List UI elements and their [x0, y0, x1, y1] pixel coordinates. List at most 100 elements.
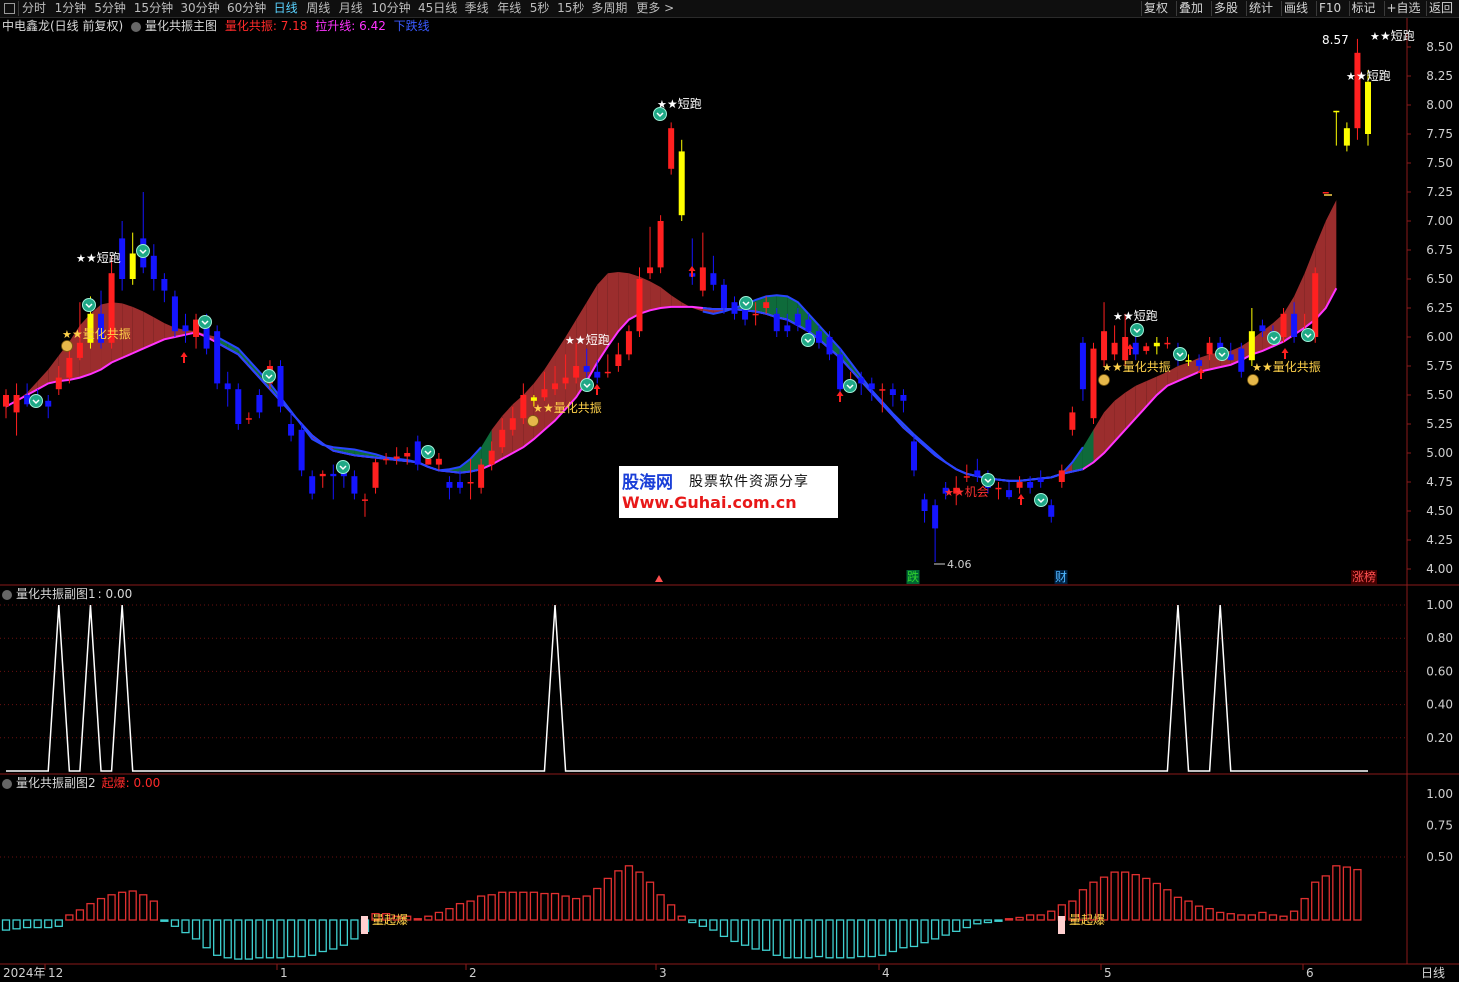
sub2-bar	[1121, 871, 1130, 921]
sub2-bar	[1300, 897, 1309, 921]
y-tick-label: 4.75	[1426, 475, 1453, 489]
sub2-title[interactable]: 量化共振副图2	[16, 776, 96, 790]
burst-marker-bar	[361, 916, 368, 934]
candle-body	[815, 331, 822, 343]
buy-signal-icon	[981, 473, 995, 487]
sub2-bar	[149, 900, 158, 921]
sub2-bar	[603, 877, 612, 921]
money-bag-icon	[61, 340, 73, 352]
sub2-bar	[804, 919, 813, 959]
burst-annotation: 量起爆	[372, 913, 408, 927]
candle-body	[974, 470, 981, 477]
sub2-menu-icon[interactable]	[2, 778, 12, 789]
sub2-bar	[22, 919, 32, 929]
y-tick-label: 4.25	[1426, 533, 1453, 547]
sub2-bar	[65, 914, 74, 921]
candle-body	[1259, 325, 1266, 332]
candle-body	[171, 296, 178, 332]
y-tick-label: 8.00	[1426, 98, 1453, 112]
sub2-bar	[181, 919, 190, 934]
buy-signal-icon	[1267, 331, 1281, 345]
period-status[interactable]: 日线	[1421, 965, 1445, 982]
sub2-bar	[96, 897, 106, 921]
x-tick-label: 5	[1104, 966, 1112, 980]
sub2-bar	[593, 887, 602, 921]
candle-body	[1111, 342, 1118, 355]
x-tick-label: 12	[48, 966, 63, 980]
star-icon: ★	[944, 486, 954, 499]
candle-body	[319, 473, 326, 477]
signal-annotation: ★短跑	[575, 333, 610, 347]
candle-body	[1006, 490, 1013, 498]
y-tick-label: 4.00	[1426, 562, 1453, 576]
candle-body	[889, 389, 896, 395]
sub2-bar	[688, 919, 697, 924]
candle-body	[1153, 342, 1160, 347]
signal-annotation: ★机会	[954, 485, 989, 499]
up-arrow-icon	[1281, 348, 1289, 359]
sub2-bar	[1004, 918, 1014, 921]
y-tick-label: 5.00	[1426, 446, 1453, 460]
signal-annotation: ★量化共振	[1112, 360, 1171, 374]
candle-body	[594, 371, 601, 378]
sub2-bar	[909, 919, 919, 948]
candle-body	[1280, 313, 1287, 337]
sub2-bar	[191, 919, 201, 940]
candle-body	[868, 383, 875, 390]
sub2-bar	[276, 919, 285, 959]
sub2-bar	[117, 891, 127, 921]
y-tick-label: 7.50	[1426, 156, 1453, 170]
signal-annotation: ★短跑	[1123, 309, 1158, 323]
sub2-bar	[529, 891, 539, 921]
candle-body	[13, 395, 20, 413]
signal-annotation: 8.57	[1322, 33, 1349, 47]
sub2-bar	[519, 891, 528, 921]
sub1-y-tick-label: 0.20	[1426, 731, 1453, 745]
candle-body	[414, 441, 421, 465]
star-icon: ★	[1102, 361, 1112, 374]
candle-body	[720, 284, 727, 308]
sub2-bar	[1226, 913, 1235, 921]
sub2-bar	[698, 919, 707, 927]
candle-body	[1343, 128, 1350, 146]
sub2-bar	[1025, 914, 1035, 921]
sub2-bar	[899, 919, 908, 949]
band-segment	[132, 306, 144, 354]
buy-signal-icon	[29, 394, 43, 408]
candle-body	[478, 464, 485, 488]
up-arrow-icon	[1017, 494, 1025, 505]
sub2-bar	[614, 870, 623, 921]
y-tick-label: 6.75	[1426, 243, 1453, 257]
sub2-bar	[1047, 910, 1056, 921]
candle-body	[182, 325, 189, 332]
candle-body	[1027, 482, 1034, 488]
candle-body	[1238, 348, 1245, 372]
sub2-bar	[740, 919, 750, 946]
candle-body	[1365, 81, 1371, 134]
candle-body	[541, 389, 548, 398]
sub1-menu-icon[interactable]	[2, 589, 12, 600]
sub2-bar	[941, 919, 950, 936]
x-tick-label: 6	[1306, 966, 1314, 980]
sub2-bar	[54, 919, 63, 927]
candle-body	[763, 302, 770, 308]
candle-body	[752, 313, 759, 316]
candle-body	[383, 458, 390, 461]
sub2-bar	[783, 919, 792, 959]
sub2-bar	[44, 919, 53, 929]
sub2-y-tick-label: 1.00	[1426, 787, 1453, 801]
sub2-bar	[476, 895, 486, 921]
sub2-y-tick-label: 0.50	[1426, 850, 1453, 864]
candle-body	[1291, 313, 1298, 337]
sub2-bar	[1216, 911, 1225, 921]
candle-body	[552, 383, 559, 390]
sub1-title[interactable]: 量化共振副图1	[16, 587, 96, 601]
sub1-title-bar: 量化共振副图1: 0.00	[0, 586, 132, 602]
candle-body	[76, 342, 83, 358]
sub1-signal-line	[6, 604, 1368, 772]
up-arrow-icon	[593, 384, 601, 395]
star-icon: ★	[1346, 70, 1356, 83]
candle-body	[805, 319, 812, 332]
candle-body	[900, 395, 907, 401]
sub2-bar	[434, 911, 444, 921]
